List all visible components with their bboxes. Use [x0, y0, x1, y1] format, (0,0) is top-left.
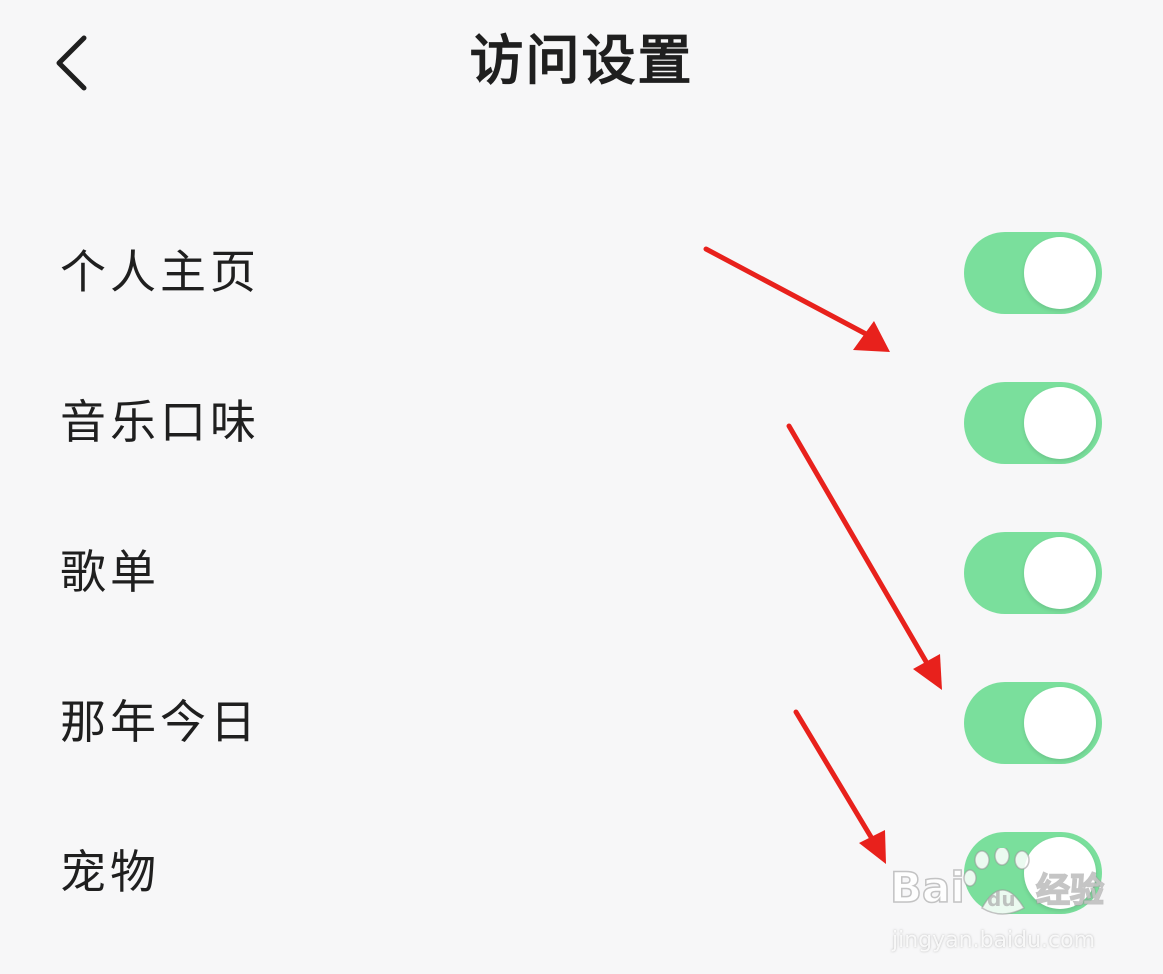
setting-label: 个人主页 [60, 245, 260, 299]
toggle-knob [1024, 687, 1096, 759]
page-title: 访问设置 [469, 29, 694, 92]
setting-row-on-this-day: 那年今日 [0, 648, 1163, 798]
setting-label: 宠物 [60, 845, 160, 899]
settings-list: 个人主页 音乐口味 歌单 那年今日 宠物 [0, 198, 1163, 948]
setting-row-playlists: 歌单 [0, 498, 1163, 648]
playlists-toggle[interactable] [964, 532, 1102, 614]
setting-label: 歌单 [60, 545, 160, 599]
setting-label: 那年今日 [60, 695, 260, 749]
profile-visibility-toggle[interactable] [964, 232, 1102, 314]
header-bar: 访问设置 [0, 0, 1163, 130]
toggle-knob [1024, 537, 1096, 609]
setting-label: 音乐口味 [60, 395, 260, 449]
setting-row-music-taste: 音乐口味 [0, 348, 1163, 498]
toggle-knob [1024, 837, 1096, 909]
toggle-knob [1024, 237, 1096, 309]
pets-toggle[interactable] [964, 832, 1102, 914]
music-taste-toggle[interactable] [964, 382, 1102, 464]
setting-row-pets: 宠物 [0, 798, 1163, 948]
toggle-knob [1024, 387, 1096, 459]
setting-row-profile: 个人主页 [0, 198, 1163, 348]
on-this-day-toggle[interactable] [964, 682, 1102, 764]
